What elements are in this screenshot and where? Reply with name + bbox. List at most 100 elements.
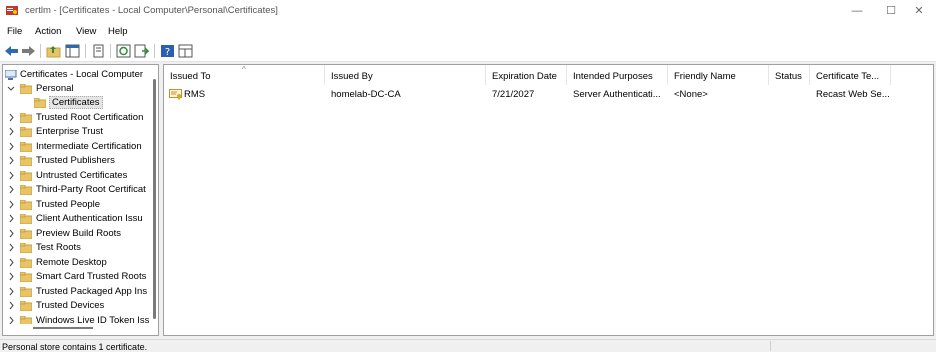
tree-item-label: Trusted Packaged App Ins [36,286,148,297]
chevron-right-icon[interactable] [7,229,15,238]
tree-item[interactable]: Test Roots [3,241,153,255]
tree-item-label: Remote Desktop [36,257,107,268]
column-header-status[interactable]: Status [769,65,810,85]
tree-item-personal-certificates[interactable]: Certificates [3,96,153,110]
chevron-right-icon[interactable] [7,258,15,267]
chevron-right-icon[interactable] [7,171,15,180]
column-header-issued-by[interactable]: Issued By [325,65,486,85]
menu-bar: File Action View Help [0,22,936,40]
tree-item[interactable]: Trusted Devices [3,299,153,313]
cell-intended-purposes: Server Authenticati... [573,89,661,100]
status-bar: Personal store contains 1 certificate. [0,339,936,352]
tree-item-label: Smart Card Trusted Roots [36,271,147,282]
certificate-list[interactable]: Issued To ^ Issued By Expiration Date In… [163,64,934,336]
menu-action[interactable]: Action [35,26,61,37]
column-label: Issued By [331,71,373,82]
chevron-right-icon[interactable] [7,185,15,194]
title-bar: certlm - [Certificates - Local Computer\… [0,0,936,22]
tree-item[interactable]: Smart Card Trusted Roots [3,270,153,284]
chevron-right-icon[interactable] [7,301,15,310]
tree-item-label: Client Authentication Issu [36,213,143,224]
cell-expiration-date: 7/21/2027 [492,89,535,100]
tree-item[interactable]: Trusted People [3,198,153,212]
tree-item[interactable]: Intermediate Certification [3,140,153,154]
tree-item-personal[interactable]: Personal [3,82,153,96]
show-hide-tree-icon[interactable] [65,44,80,58]
tree-horizontal-scrollbar[interactable] [33,327,93,329]
toolbar-separator [85,44,86,58]
export-list-icon[interactable] [134,44,149,58]
chevron-right-icon[interactable] [7,200,15,209]
certificate-app-icon [6,6,18,15]
chevron-right-icon[interactable] [7,316,15,324]
tree-item[interactable]: Trusted Packaged App Ins [3,285,153,299]
tree-item[interactable]: Client Authentication Issu [3,212,153,226]
tree-item[interactable]: Trusted Publishers [3,154,153,168]
help-icon[interactable]: ? [160,44,175,58]
folder-icon [20,185,32,195]
column-label: Status [775,71,802,82]
console-tree[interactable]: Certificates - Local Computer Personal C… [2,64,159,336]
computer-cert-icon [5,70,17,80]
column-label: Certificate Te... [816,71,880,82]
tree-item[interactable]: Untrusted Certificates [3,169,153,183]
column-label: Friendly Name [674,71,736,82]
column-header-certificate-template[interactable]: Certificate Te... [810,65,891,85]
chevron-right-icon[interactable] [7,287,15,296]
tree-vertical-scrollbar[interactable] [153,79,156,319]
column-header-expiration-date[interactable]: Expiration Date [486,65,567,85]
tree-item-label: Intermediate Certification [36,141,142,152]
chevron-right-icon[interactable] [7,214,15,223]
status-divider [770,341,771,351]
chevron-right-icon[interactable] [7,272,15,281]
chevron-right-icon[interactable] [7,113,15,122]
menu-file[interactable]: File [7,26,22,37]
tree-item[interactable]: Windows Live ID Token Iss [3,314,153,324]
chevron-right-icon[interactable] [7,243,15,252]
column-label: Issued To [170,71,211,82]
tree-root[interactable]: Certificates - Local Computer [3,68,153,82]
refresh-icon[interactable] [116,44,131,58]
column-label: Expiration Date [492,71,557,82]
folder-icon [20,243,32,253]
minimize-button[interactable]: — [840,0,874,22]
tree-item[interactable]: Remote Desktop [3,256,153,270]
folder-icon [20,287,32,297]
tree-item[interactable]: Trusted Root Certification [3,111,153,125]
tree-item[interactable]: Third-Party Root Certificat [3,183,153,197]
forward-icon[interactable] [21,44,36,58]
menu-view[interactable]: View [76,26,96,37]
tree-item-label: Preview Build Roots [36,228,122,239]
menu-help[interactable]: Help [108,26,128,37]
column-header-intended-purposes[interactable]: Intended Purposes [567,65,668,85]
close-button[interactable]: ✕ [902,0,936,22]
view-icon[interactable] [178,44,193,58]
cell-issued-by: homelab-DC-CA [331,89,401,100]
chevron-right-icon[interactable] [7,127,15,136]
tree-item-label: Personal [36,83,74,94]
folder-icon [34,98,46,108]
folder-icon [20,316,32,324]
properties-icon[interactable] [91,44,106,58]
back-icon[interactable] [4,44,19,58]
toolbar: ? [0,40,936,62]
folder-icon [20,156,32,166]
tree-item[interactable]: Preview Build Roots [3,227,153,241]
cell-certificate-template: Recast Web Se... [816,89,890,100]
folder-icon [20,214,32,224]
tree-root-label: Certificates - Local Computer [20,69,144,80]
certificate-icon [169,89,182,100]
column-label: Intended Purposes [573,71,653,82]
folder-icon [20,200,32,210]
tree-item-label: Trusted People [36,199,101,210]
folder-icon [20,127,32,137]
chevron-down-icon[interactable] [7,84,15,93]
up-folder-icon[interactable] [46,44,61,58]
folder-icon [20,142,32,152]
column-header-friendly-name[interactable]: Friendly Name [668,65,769,85]
chevron-right-icon[interactable] [7,142,15,151]
tree-item-label: Test Roots [36,242,81,253]
cell-friendly-name: <None> [674,89,708,100]
tree-item[interactable]: Enterprise Trust [3,125,153,139]
chevron-right-icon[interactable] [7,156,15,165]
